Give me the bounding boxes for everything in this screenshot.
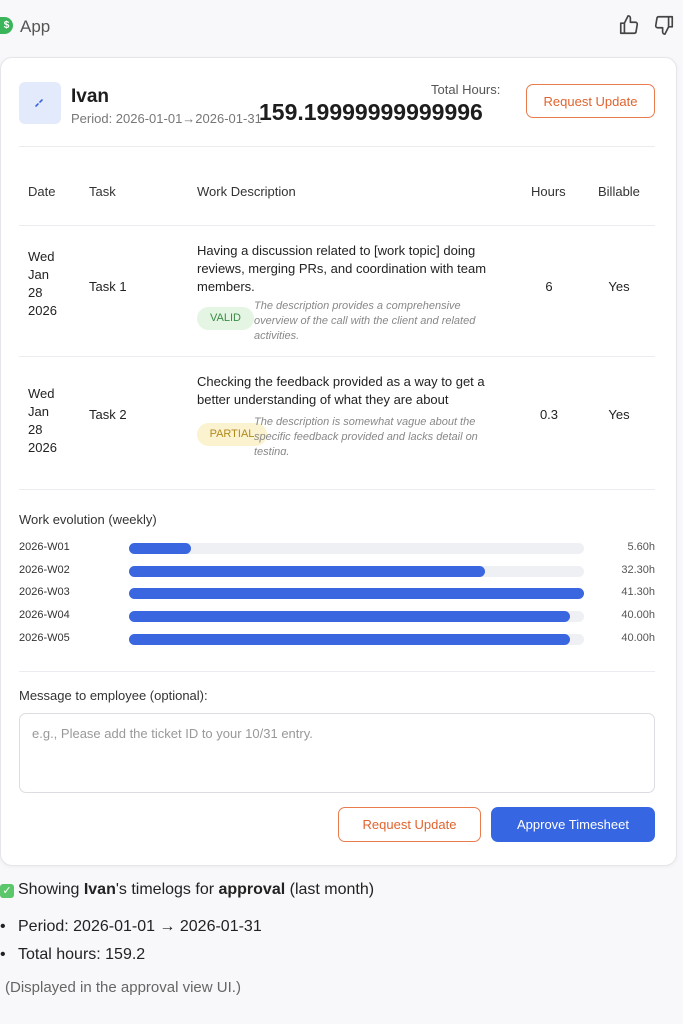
- avatar: [19, 82, 61, 124]
- week-label: 2026-W02: [19, 563, 70, 576]
- week-label: 2026-W04: [19, 609, 70, 622]
- message-label: Message to employee (optional):: [19, 688, 208, 703]
- app-name: App: [20, 17, 51, 36]
- total-hours-label: Total Hours:: [431, 82, 501, 97]
- date-weekday: Wed: [28, 386, 55, 401]
- total-hours-value: 159.19999999999996: [259, 99, 483, 125]
- table-row-hours: 0.3: [539, 407, 559, 422]
- table-row-date: Wed Jan 28 2026: [28, 248, 57, 320]
- summary-bullet: • Total hours: 159.2: [0, 946, 145, 964]
- week-bar: [129, 611, 570, 623]
- date-day: 28: [28, 422, 43, 437]
- bullet-text: Total hours: 159.2: [18, 946, 146, 963]
- divider: [19, 146, 655, 147]
- column-header-billable: Billable: [598, 184, 640, 199]
- date-year: 2026: [28, 303, 57, 318]
- week-value: 40.00h: [621, 609, 655, 622]
- week-value: 5.60h: [627, 541, 655, 553]
- table-row-billable: Yes: [608, 407, 630, 422]
- table-row-hours: 6: [545, 279, 553, 294]
- summary-text: Showing: [18, 881, 84, 898]
- week-bar: [129, 565, 485, 577]
- week-label: 2026-W05: [19, 631, 70, 644]
- request-update-button-top[interactable]: Request Update: [526, 84, 655, 118]
- week-bar: [129, 588, 584, 600]
- column-header-hours: Hours: [531, 184, 566, 199]
- timesheet-card: Ivan Period: 2026-01-01→2026-01-31 Total…: [0, 57, 677, 866]
- validation-note: The description provides a comprehensive…: [254, 300, 476, 342]
- summary-bold: approval: [218, 881, 286, 898]
- summary-line: ✓ Showing Ivan's timelogs for approval (l…: [0, 881, 374, 899]
- table-row-description: Checking the feedback provided as a way …: [197, 374, 485, 407]
- week-value: 32.30h: [621, 563, 655, 576]
- divider: [19, 356, 655, 357]
- thumbs-down-icon[interactable]: [653, 14, 675, 36]
- employee-name: Ivan: [71, 86, 110, 107]
- week-bar-track: [129, 565, 584, 577]
- week-bar-track: [129, 633, 584, 645]
- check-icon: ✓: [0, 884, 14, 898]
- date-month: Jan: [28, 267, 49, 282]
- table-row-task: Task 1: [89, 279, 127, 294]
- week-value: 41.30h: [621, 586, 655, 599]
- status-badge-valid: VALID: [197, 307, 254, 330]
- column-header-task: Task: [89, 184, 116, 199]
- summary-text: 's timelogs for: [115, 881, 219, 898]
- message-input[interactable]: [19, 713, 655, 793]
- column-header-description: Work Description: [197, 184, 296, 199]
- date-month: Jan: [28, 404, 49, 419]
- table-row-description: Having a discussion related to [work top…: [197, 243, 487, 294]
- week-label: 2026-W01: [19, 541, 70, 553]
- date-day: 28: [28, 285, 43, 300]
- summary-bullet: • Period: 2026-01-01 → 2026-01-31: [0, 918, 262, 936]
- footnote: (Displayed in the approval view UI.): [5, 979, 241, 996]
- bullet-icon: •: [0, 918, 6, 935]
- week-bar-track: [129, 543, 584, 554]
- validation-note: The description is somewhat vague about …: [254, 416, 478, 455]
- week-value: 40.00h: [621, 631, 655, 644]
- week-bar-track: [129, 588, 584, 600]
- divider: [19, 489, 655, 490]
- work-evolution-title: Work evolution (weekly): [19, 512, 157, 527]
- week-bar: [129, 543, 191, 554]
- divider: [19, 225, 655, 226]
- week-bar-track: [129, 611, 584, 623]
- thumbs-up-icon[interactable]: [618, 14, 640, 36]
- date-weekday: Wed: [28, 249, 55, 264]
- summary-text: (last month): [285, 881, 375, 898]
- column-header-date: Date: [28, 184, 56, 199]
- request-update-button[interactable]: Request Update: [338, 807, 481, 842]
- approve-timesheet-button[interactable]: Approve Timesheet: [491, 807, 655, 842]
- bullet-text: Period: 2026-01-01 → 2026-01-31: [18, 918, 262, 935]
- week-bar: [129, 633, 570, 645]
- divider: [19, 671, 655, 672]
- app-logo-icon: $: [0, 17, 13, 34]
- date-year: 2026: [28, 440, 57, 455]
- table-row-date: Wed Jan 28 2026: [28, 385, 57, 457]
- avatar-icon: [35, 99, 43, 107]
- bullet-icon: •: [0, 946, 6, 963]
- table-row-billable: Yes: [608, 279, 630, 294]
- period-text: Period: 2026-01-01→2026-01-31: [71, 111, 262, 126]
- week-label: 2026-W03: [19, 586, 70, 599]
- table-row-task: Task 2: [89, 407, 127, 422]
- summary-name: Ivan: [83, 881, 116, 898]
- top-bar: $ App: [0, 0, 683, 52]
